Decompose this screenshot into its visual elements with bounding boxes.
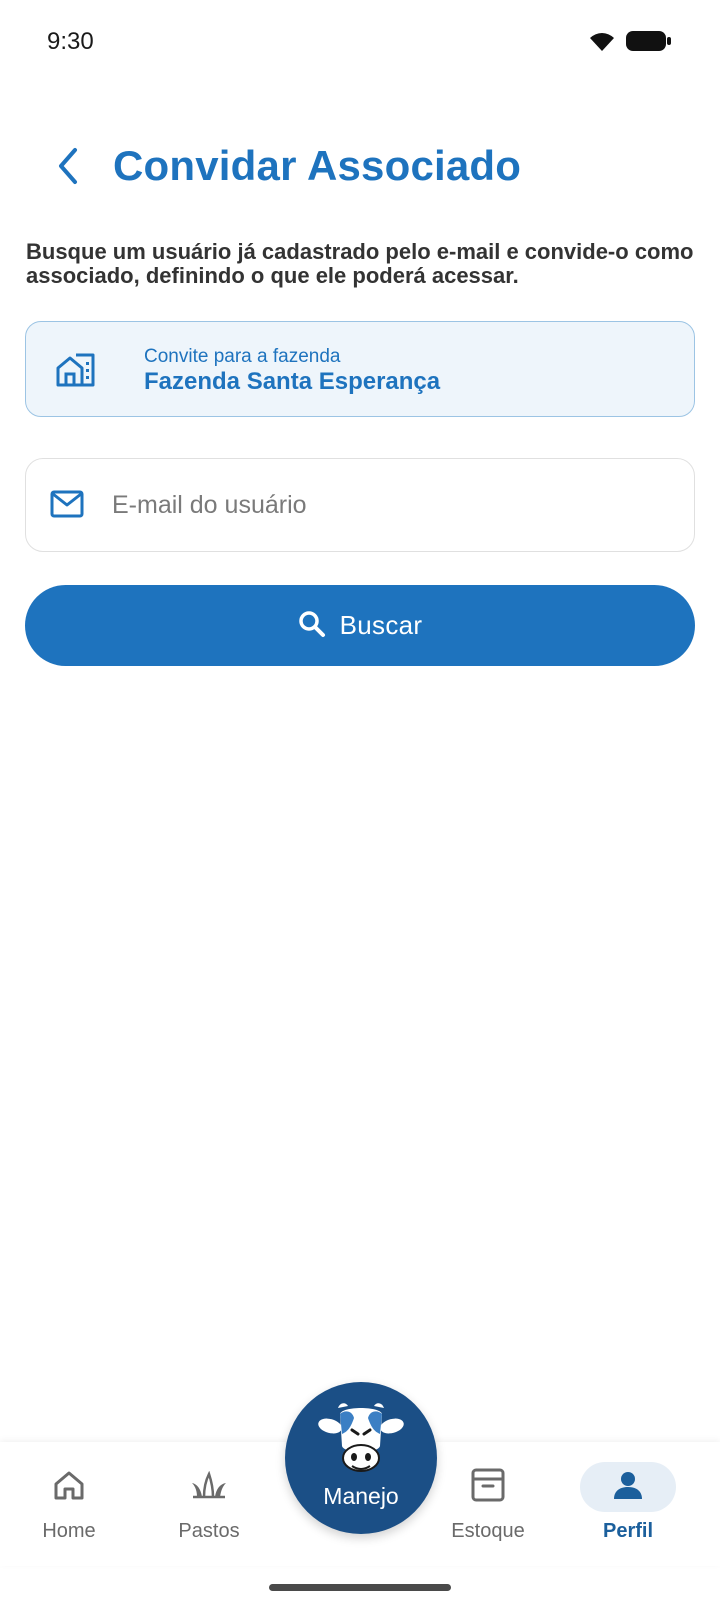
grass-icon xyxy=(191,1470,227,1504)
wifi-icon xyxy=(588,30,616,57)
manejo-fab-label: Manejo xyxy=(323,1483,399,1509)
nav-item-pastos[interactable]: Pastos xyxy=(154,1442,264,1566)
page-title: Convidar Associado xyxy=(113,142,522,189)
farm-invite-card: Convite para a fazenda Fazenda Santa Esp… xyxy=(25,321,695,417)
nav-item-perfil[interactable]: Perfil xyxy=(573,1442,683,1566)
status-time: 9:30 xyxy=(47,28,94,55)
battery-icon xyxy=(626,30,672,57)
status-bar: 9:30 xyxy=(0,0,720,86)
nav-icon-container-active xyxy=(580,1462,676,1512)
home-indicator xyxy=(269,1584,451,1591)
farm-building-icon xyxy=(56,352,96,393)
search-button[interactable]: Buscar xyxy=(25,585,695,666)
nav-item-estoque[interactable]: Estoque xyxy=(433,1442,543,1566)
archive-icon xyxy=(471,1468,505,1507)
farm-invite-caption: Convite para a fazenda xyxy=(144,346,341,367)
mail-icon xyxy=(50,490,84,523)
farm-name: Fazenda Santa Esperança xyxy=(144,368,441,395)
manejo-fab-button[interactable]: Manejo xyxy=(285,1382,437,1534)
home-icon xyxy=(52,1470,86,1505)
chevron-left-icon xyxy=(53,146,83,191)
cow-icon xyxy=(318,1400,404,1481)
nav-icon-container xyxy=(21,1462,117,1512)
back-button[interactable] xyxy=(40,140,96,196)
search-icon xyxy=(298,610,326,641)
search-button-label: Buscar xyxy=(339,610,423,640)
nav-label-pastos: Pastos xyxy=(178,1520,240,1542)
status-icons xyxy=(588,30,672,57)
nav-label-home: Home xyxy=(42,1520,96,1542)
nav-icon-container xyxy=(161,1462,257,1512)
nav-icon-container xyxy=(440,1462,536,1512)
email-field[interactable] xyxy=(25,458,695,552)
app-header: Convidar Associado xyxy=(0,132,720,204)
page-description: Busque um usuário já cadastrado pelo e-m… xyxy=(26,239,694,288)
email-input[interactable] xyxy=(112,479,672,531)
nav-label-estoque: Estoque xyxy=(451,1520,525,1542)
person-icon xyxy=(613,1470,643,1505)
nav-item-home[interactable]: Home xyxy=(14,1442,124,1566)
nav-label-perfil: Perfil xyxy=(602,1520,654,1542)
